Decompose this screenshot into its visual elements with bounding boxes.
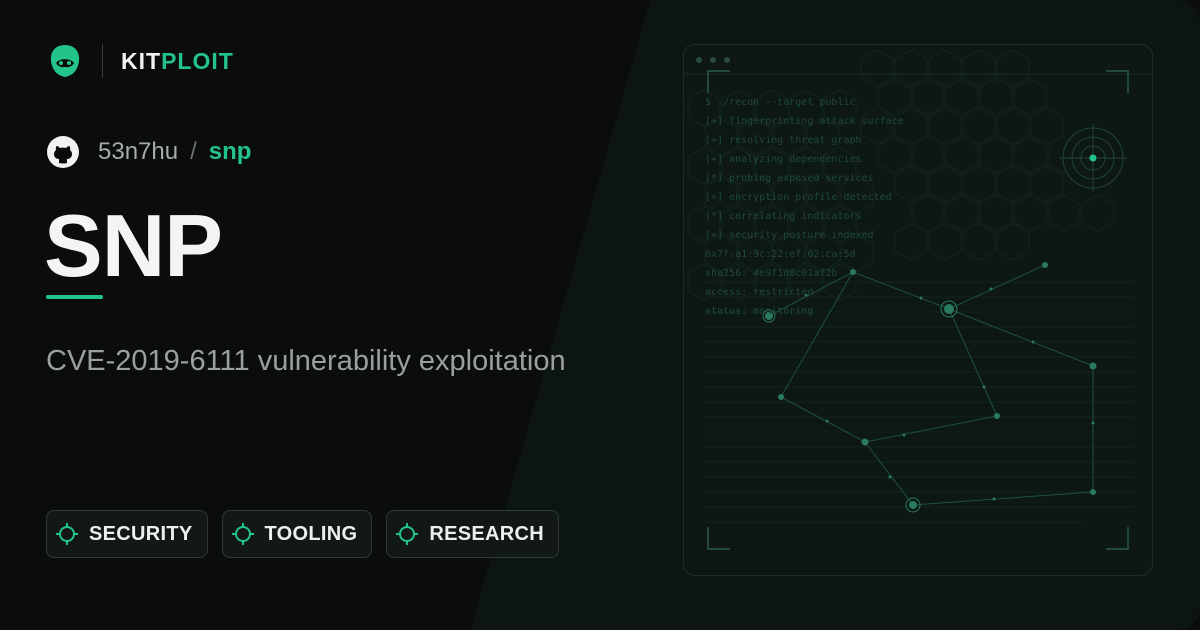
brand-divider [102, 44, 103, 78]
tag-label: SECURITY [89, 522, 193, 545]
brand-name-part1: KIT [121, 47, 162, 74]
terminal-line: [*] probing exposed services [705, 173, 874, 184]
brand: KITPLOIT [46, 42, 234, 80]
terminal-output: $ ./recon --target public [+] fingerprin… [705, 93, 904, 321]
window-dot [696, 57, 702, 63]
github-icon [47, 136, 79, 168]
terminal-line: sha256: 4e9f1d8c01af2b [705, 268, 838, 279]
terminal-line: [+] encryption profile detected [705, 192, 892, 203]
window-dot [710, 57, 716, 63]
terminal-line: $ ./recon --target public [705, 97, 856, 108]
brand-name-part2: PLOIT [161, 47, 234, 74]
repo-path: 53n7hu / snp [46, 134, 251, 170]
crosshair-icon [56, 523, 78, 545]
terminal-line: [*] correlating indicators [705, 211, 862, 222]
terminal-line: access: restricted [705, 287, 814, 298]
brand-name: KITPLOIT [121, 48, 234, 75]
description: CVE-2019-6111 vulnerability exploitation [46, 345, 566, 377]
terminal-line: [+] analyzing dependencies [705, 154, 862, 165]
repo-owner: 53n7hu [98, 138, 179, 165]
crosshair-icon [396, 523, 419, 545]
tag-label: TOOLING [264, 522, 358, 545]
tag-security: SECURITY [46, 510, 208, 558]
page-title: SNP [44, 196, 223, 295]
tag-research: RESEARCH [386, 510, 560, 558]
window-dot [724, 57, 730, 63]
repo-separator: / [190, 138, 197, 165]
terminal-line: status: monitoring [705, 306, 814, 317]
terminal-line: [+] resolving threat graph [705, 135, 862, 146]
terminal-line: [+] fingerprinting attack surface [705, 116, 904, 127]
crosshair-icon [231, 523, 254, 545]
social-card: KITPLOIT 53n7hu / snp SNP CVE-2019-6111 … [0, 0, 1200, 630]
tag-label: RESEARCH [429, 522, 545, 545]
terminal-line: 0x7f:a1:9c:22:ef:02:ca:5d [705, 249, 856, 260]
terminal-line: [+] security posture indexed [705, 230, 874, 241]
repo-name: snp [208, 138, 252, 165]
graph-node-rings [762, 300, 958, 513]
title-underline [46, 295, 103, 299]
terminal-panel: $ ./recon --target public [+] fingerprin… [683, 44, 1153, 576]
hacker-mask-icon [50, 45, 80, 77]
target-dot [1089, 154, 1097, 162]
tag-list: SECURITY TOOLING RESEARCH [46, 510, 560, 558]
tag-tooling: TOOLING [221, 510, 373, 558]
